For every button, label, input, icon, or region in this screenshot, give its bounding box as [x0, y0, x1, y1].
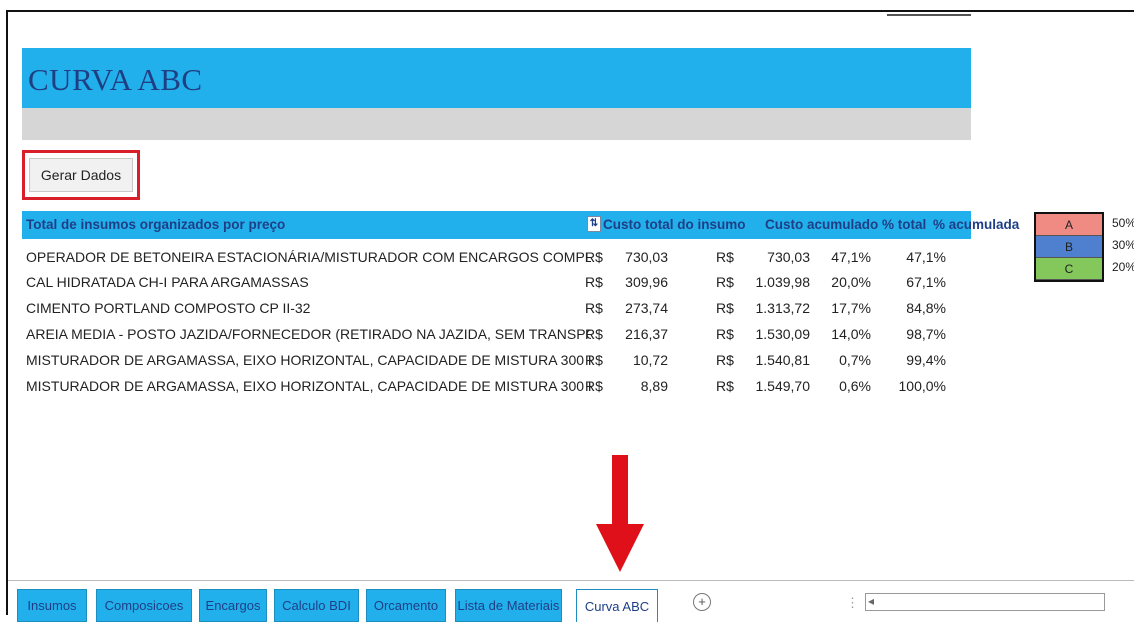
red-arrow-shaft	[612, 455, 628, 525]
percent-accumulated: 47,1%	[906, 249, 946, 265]
currency-symbol: R$	[585, 326, 603, 342]
accumulated-cost: 730,03	[767, 249, 810, 265]
header-pct-accum: % acumulada	[933, 217, 1020, 232]
sheet-tab-composicoes[interactable]: Composicoes	[96, 589, 192, 622]
legend-class-b: B	[1036, 236, 1102, 258]
currency-symbol: R$	[585, 300, 603, 316]
horizontal-scrollbar[interactable]: ◂	[865, 593, 1105, 611]
percent-total: 0,7%	[839, 352, 871, 368]
legend-percent-c: 20%	[1112, 260, 1134, 274]
currency-symbol: R$	[585, 249, 603, 265]
sheet-tab-calculo-bdi[interactable]: Calculo BDI	[274, 589, 359, 622]
legend-percent-a: 50%	[1112, 216, 1134, 230]
scroll-left-icon[interactable]: ◂	[868, 594, 874, 608]
currency-symbol: R$	[716, 352, 734, 368]
legend-class-c: C	[1036, 258, 1102, 280]
percent-total: 47,1%	[831, 249, 871, 265]
sheet-tab-encargos[interactable]: Encargos	[199, 589, 267, 622]
percent-total: 17,7%	[831, 300, 871, 316]
table-row[interactable]: AREIA MEDIA - POSTO JAZIDA/FORNECEDOR (R…	[22, 322, 971, 347]
gray-band	[22, 108, 971, 140]
percent-accumulated: 99,4%	[906, 352, 946, 368]
percent-total: 20,0%	[831, 274, 871, 290]
table-row[interactable]: CAL HIDRATADA CH-I PARA ARGAMASSAS R$ 309,…	[22, 270, 971, 295]
table-row[interactable]: CIMENTO PORTLAND COMPOSTO CP II-32 R$ 273,…	[22, 296, 971, 321]
abc-legend: ABC	[1034, 212, 1104, 282]
legend-class-a: A	[1036, 214, 1102, 236]
insumo-name: CAL HIDRATADA CH-I PARA ARGAMASSAS	[26, 274, 309, 290]
table-row[interactable]: OPERADOR DE BETONEIRA ESTACIONÁRIA/MISTU…	[22, 245, 971, 270]
sheet-tab-bar: + ⋮ ◂ Insumos Composicoes Encargos Calculo …	[8, 580, 1134, 622]
insumo-name: OPERADOR DE BETONEIRA ESTACIONÁRIA/MISTU…	[26, 249, 591, 265]
page-title: CURVA ABC	[28, 62, 203, 97]
table-row[interactable]: MISTURADOR DE ARGAMASSA, EIXO HORIZONTAL…	[22, 374, 971, 399]
insumo-cost: 10,72	[632, 352, 668, 368]
sheet-tab-orcamento[interactable]: Orcamento	[366, 589, 446, 622]
accumulated-cost: 1.313,72	[755, 300, 811, 316]
splitter-handle[interactable]: ⋮	[846, 595, 859, 611]
insumo-name: AREIA MEDIA - POSTO JAZIDA/FORNECEDOR (R…	[26, 326, 591, 342]
header-accum: Custo acumulado	[765, 217, 879, 232]
accumulated-cost: 1.549,70	[755, 378, 811, 394]
currency-symbol: R$	[585, 378, 603, 394]
header-name: Total de insumos organizados por preço	[26, 217, 286, 232]
sheet-tab-lista-de-materiais[interactable]: Lista de Materiais	[455, 589, 562, 622]
percent-total: 14,0%	[831, 326, 871, 342]
legend-percent-b: 30%	[1112, 238, 1134, 252]
header-pct: % total	[882, 217, 927, 232]
currency-symbol: R$	[716, 378, 734, 394]
percent-total: 0,6%	[839, 378, 871, 394]
currency-symbol: R$	[716, 249, 734, 265]
percent-accumulated: 84,8%	[906, 300, 946, 316]
insumo-cost: 309,96	[625, 274, 668, 290]
filter-sort-icon[interactable]: ⇅	[587, 216, 601, 232]
sheet-tab-insumos[interactable]: Insumos	[17, 589, 87, 622]
gerar-dados-button[interactable]: Gerar Dados	[29, 158, 133, 192]
top-edge-stub	[887, 8, 971, 16]
currency-symbol: R$	[716, 300, 734, 316]
insumo-cost: 273,74	[625, 300, 668, 316]
title-banner: CURVA ABC	[22, 48, 971, 108]
insumo-cost: 8,89	[640, 378, 668, 394]
sheet-tab-curva-abc[interactable]: Curva ABC	[576, 589, 658, 622]
insumo-cost: 216,37	[625, 326, 668, 342]
insumo-name: MISTURADOR DE ARGAMASSA, EIXO HORIZONTAL…	[26, 378, 591, 394]
currency-symbol: R$	[585, 274, 603, 290]
gerar-dados-highlight: Gerar Dados	[22, 150, 140, 200]
header-cost: Custo total do insumo	[603, 217, 746, 232]
table-header: Total de insumos organizados por preço ⇅…	[22, 211, 1019, 239]
add-sheet-icon[interactable]: +	[693, 593, 711, 611]
percent-accumulated: 67,1%	[906, 274, 946, 290]
currency-symbol: R$	[585, 352, 603, 368]
red-arrow-head	[596, 524, 644, 572]
insumo-name: MISTURADOR DE ARGAMASSA, EIXO HORIZONTAL…	[26, 352, 591, 368]
insumo-cost: 730,03	[625, 249, 668, 265]
currency-symbol: R$	[716, 274, 734, 290]
percent-accumulated: 98,7%	[906, 326, 946, 342]
insumo-name: CIMENTO PORTLAND COMPOSTO CP II-32	[26, 300, 311, 316]
currency-symbol: R$	[716, 326, 734, 342]
accumulated-cost: 1.039,98	[755, 274, 811, 290]
accumulated-cost: 1.530,09	[755, 326, 811, 342]
accumulated-cost: 1.540,81	[755, 352, 811, 368]
table-row[interactable]: MISTURADOR DE ARGAMASSA, EIXO HORIZONTAL…	[22, 348, 971, 373]
percent-accumulated: 100,0%	[898, 378, 946, 394]
